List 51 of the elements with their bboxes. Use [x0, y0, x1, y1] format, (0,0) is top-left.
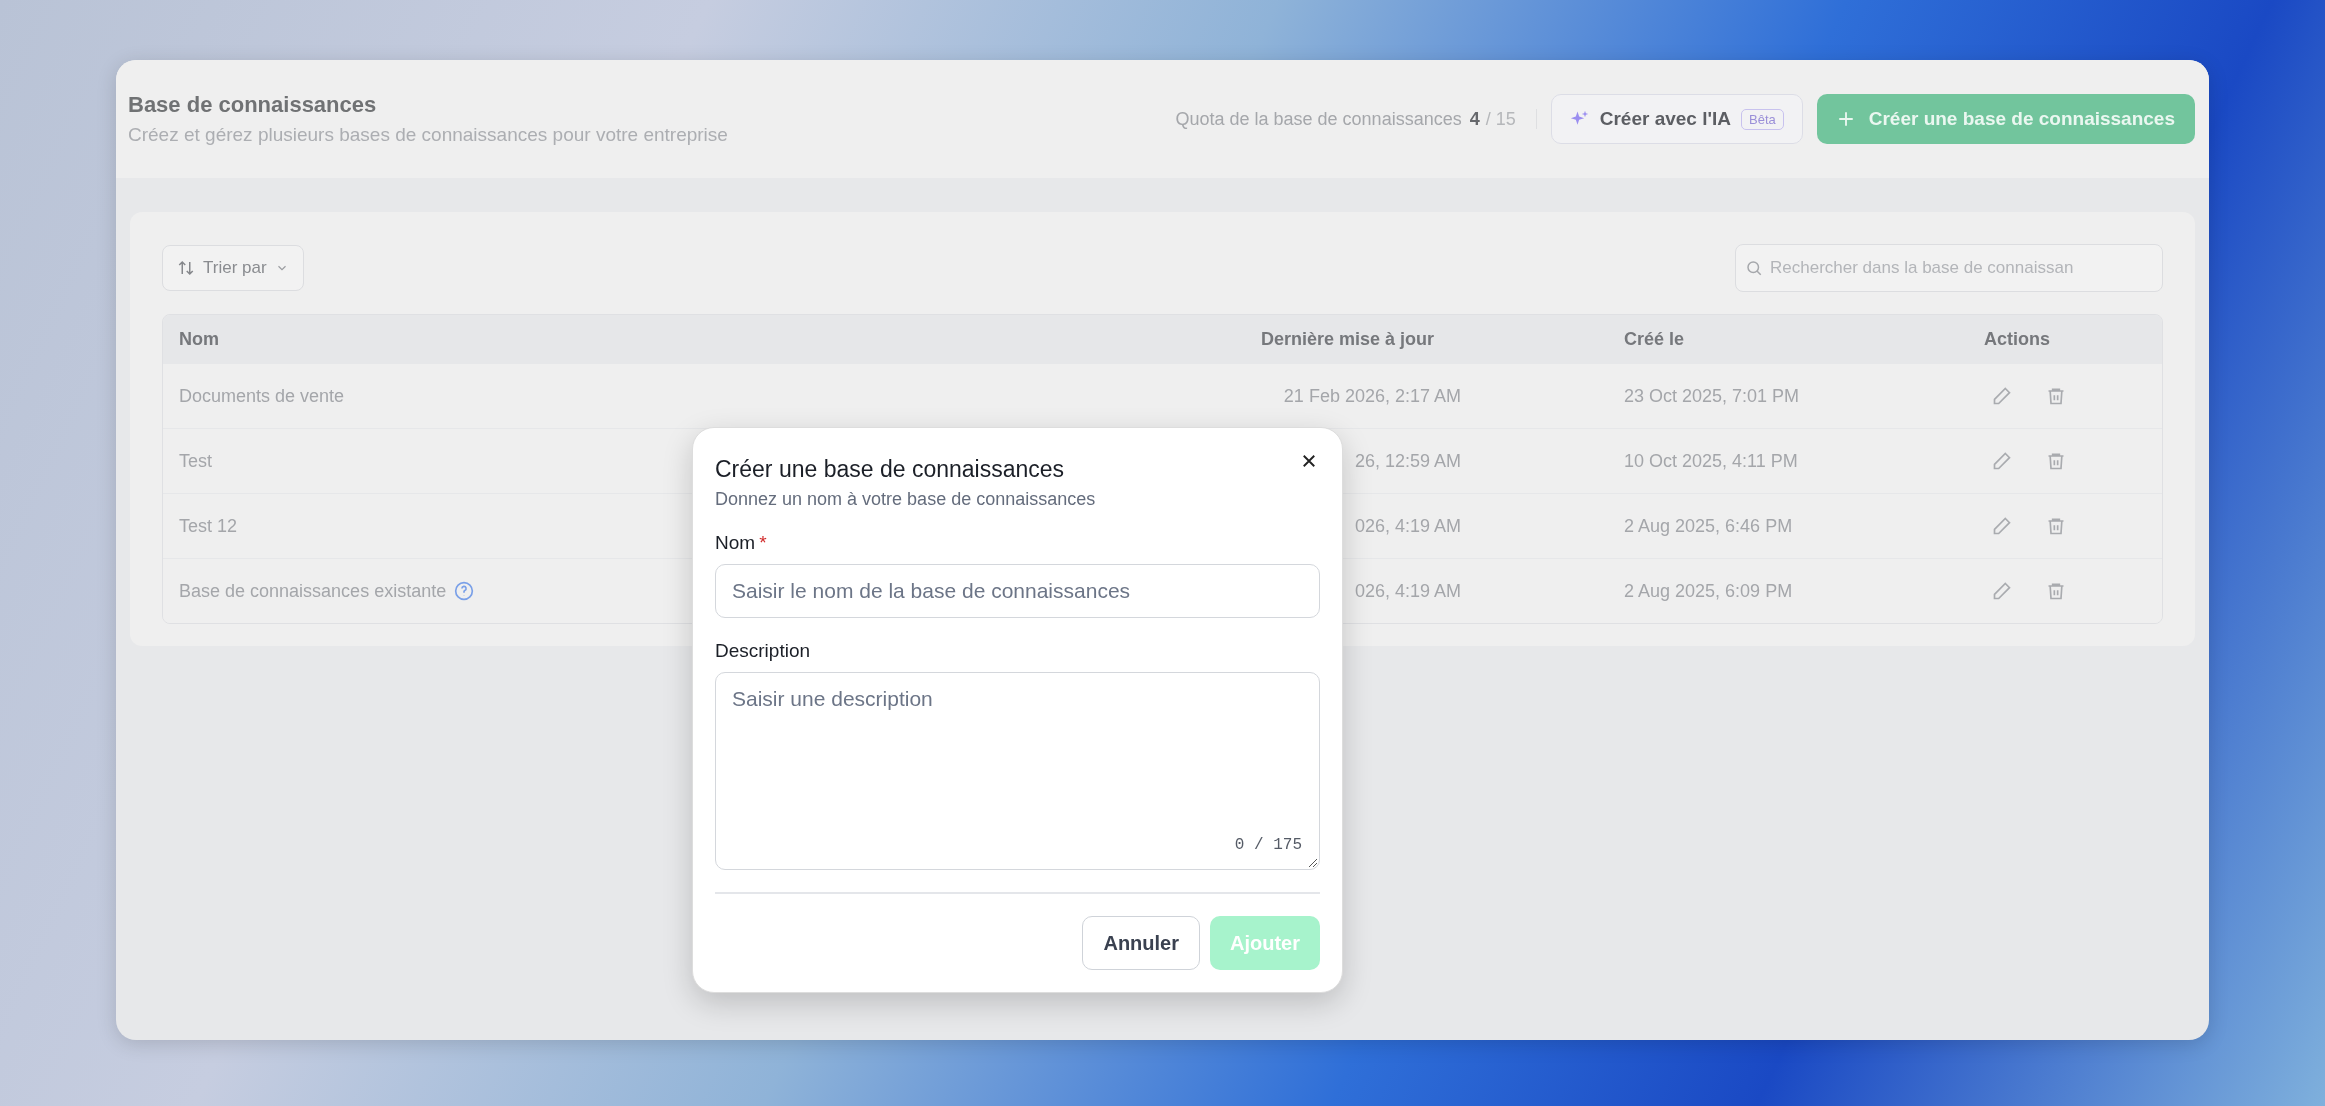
page-subtitle: Créez et gérez plusieurs bases de connaissances pour votre entreprise — [128, 124, 728, 146]
pencil-icon[interactable] — [1992, 516, 2012, 536]
sort-button[interactable]: Trier par — [162, 245, 304, 291]
date-cell-text: 2 Aug 2025, 6:09 PM — [1623, 580, 1794, 602]
page-title: Base de connaissances — [128, 92, 378, 118]
date-cell-text: 23 Oct 2025, 7:01 PM — [1623, 385, 1801, 407]
date-cell: 026, 4:19 AM — [1354, 515, 1461, 537]
date-cell-text: 2 Aug 2025, 6:46 PM — [1623, 515, 1794, 537]
pencil-icon[interactable] — [1992, 451, 2012, 471]
required-asterisk: * — [759, 532, 767, 553]
help-icon[interactable] — [454, 581, 475, 601]
field-label: Nom — [715, 532, 756, 553]
sort-icon — [177, 259, 195, 277]
search-icon — [1745, 259, 1763, 277]
search-field[interactable]: Rechercher dans la base de connaissan — [1735, 244, 2163, 292]
beta-badge: Bêta — [1741, 108, 1784, 130]
column-header: Dernière mise à jour — [1260, 328, 1436, 350]
pencil-icon[interactable] — [1992, 581, 2012, 601]
create-with-ai-label: Créer avec l'IA — [1599, 108, 1731, 130]
name-cell: Test 12 — [179, 515, 238, 537]
create-with-ai-button[interactable]: Créer avec l'IA Bêta — [1550, 94, 1803, 144]
field-label: Description — [715, 640, 811, 661]
date-cell: 026, 4:19 AM — [1354, 580, 1461, 602]
cancel-button[interactable]: Annuler — [1082, 916, 1200, 970]
dialog-subtitle: Donnez un nom à votre base de connaissances — [715, 489, 1097, 510]
trash-icon[interactable] — [2046, 516, 2066, 536]
create-knowledge-base-label: Créer une base de connaissances — [1868, 108, 2175, 130]
trash-icon[interactable] — [2046, 451, 2066, 471]
create-knowledge-base-button[interactable]: Créer une base de connaissances — [1816, 94, 2195, 144]
name-cell: Base de connaissances existante — [179, 580, 447, 602]
name-cell: Test — [179, 450, 212, 472]
date-cell-text: 10 Oct 2025, 4:11 PM — [1623, 450, 1799, 472]
plus-icon — [1836, 110, 1855, 128]
column-header: Créé le — [1623, 328, 1686, 350]
character-counter: 0 / 175 — [1234, 836, 1302, 854]
close-icon — [1300, 452, 1318, 470]
dialog-title: Créer une base de connaissances — [715, 456, 1065, 483]
name-cell: Documents de vente — [179, 385, 345, 407]
name-input[interactable]: Saisir le nom de la base de connaissances — [715, 564, 1320, 618]
trash-icon[interactable] — [2046, 386, 2066, 406]
column-header: Nom — [178, 328, 220, 350]
date-cell: 26, 12:59 AM — [1354, 450, 1461, 472]
quota-total: / 15 — [1485, 108, 1537, 129]
date-cell: 21 Feb 2026, 2:17 AM — [1283, 385, 1461, 407]
trash-icon[interactable] — [2046, 581, 2066, 601]
column-header: Actions — [1983, 328, 2051, 350]
resize-handle-icon[interactable] — [1308, 858, 1318, 868]
sort-label: Trier par — [203, 258, 267, 278]
quota-used: 4 — [1469, 108, 1480, 129]
quota-label: Quota de la base de connaissances — [1175, 108, 1462, 129]
pencil-icon[interactable] — [1992, 386, 2012, 406]
